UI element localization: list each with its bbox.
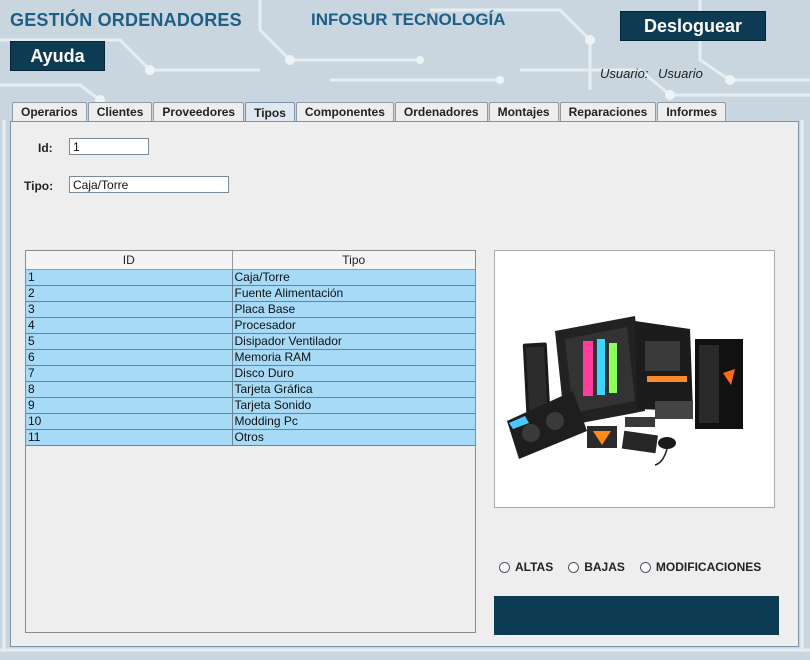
radio-bajas-label: BAJAS bbox=[584, 560, 625, 574]
table-row[interactable]: 4 Procesador bbox=[26, 317, 475, 334]
cell-id: 3 bbox=[26, 301, 233, 318]
table-row[interactable]: 3 Placa Base bbox=[26, 301, 475, 318]
company-name: INFOSUR TECNOLOGÍA bbox=[311, 10, 506, 29]
mode-radio-group: ALTAS BAJAS MODIFICACIONES bbox=[499, 560, 776, 574]
action-button[interactable] bbox=[494, 596, 779, 635]
table-row[interactable]: 11 Otros bbox=[26, 429, 475, 446]
radio-altas-label: ALTAS bbox=[515, 560, 554, 574]
cell-tipo: Modding Pc bbox=[232, 413, 475, 430]
id-label: Id: bbox=[38, 141, 53, 155]
tipo-label: Tipo: bbox=[24, 179, 54, 193]
column-header-id[interactable]: ID bbox=[26, 251, 233, 270]
cell-tipo: Tarjeta Sonido bbox=[232, 397, 475, 414]
table-row[interactable]: 8 Tarjeta Gráfica bbox=[26, 381, 475, 398]
cell-tipo: Fuente Alimentación bbox=[232, 285, 475, 302]
help-button[interactable]: Ayuda bbox=[10, 41, 105, 71]
tipos-panel: Id: Tipo: ID Tipo 1Caja/Torre 2Fuente Al… bbox=[10, 121, 799, 647]
cell-id: 6 bbox=[26, 349, 233, 366]
pc-components-illustration bbox=[507, 316, 743, 466]
cell-tipo: Disipador Ventilador bbox=[232, 333, 475, 350]
cell-id: 2 bbox=[26, 285, 233, 302]
cell-id: 1 bbox=[26, 269, 233, 286]
column-header-tipo[interactable]: Tipo bbox=[232, 251, 475, 270]
tab-bar: Operarios Clientes Proveedores Tipos Com… bbox=[12, 102, 727, 122]
user-info: Usuario: Usuario bbox=[600, 66, 709, 81]
cell-tipo: Otros bbox=[232, 429, 475, 446]
table-row[interactable]: 6 Memoria RAM bbox=[26, 349, 475, 366]
id-field[interactable] bbox=[69, 138, 149, 155]
radio-bajas[interactable]: BAJAS bbox=[568, 560, 625, 574]
tab-componentes[interactable]: Componentes bbox=[295, 102, 394, 121]
cell-id: 9 bbox=[26, 397, 233, 414]
radio-modificaciones[interactable]: MODIFICACIONES bbox=[639, 560, 762, 574]
tab-ordenadores[interactable]: Ordenadores bbox=[394, 102, 488, 121]
radio-circle-icon bbox=[568, 561, 580, 573]
tab-informes[interactable]: Informes bbox=[657, 102, 726, 121]
cell-tipo: Placa Base bbox=[232, 301, 475, 318]
table-row[interactable]: 1 Caja/Torre bbox=[26, 269, 475, 286]
tab-operarios[interactable]: Operarios bbox=[12, 102, 87, 121]
tab-montajes[interactable]: Montajes bbox=[488, 102, 559, 121]
user-label: Usuario: bbox=[600, 66, 649, 81]
cell-id: 7 bbox=[26, 365, 233, 382]
radio-modificaciones-label: MODIFICACIONES bbox=[655, 560, 762, 574]
tab-reparaciones[interactable]: Reparaciones bbox=[559, 102, 657, 121]
tipo-field[interactable] bbox=[69, 176, 229, 193]
table-row[interactable]: 5 Disipador Ventilador bbox=[26, 333, 475, 350]
cell-id: 8 bbox=[26, 381, 233, 398]
pc-components-image bbox=[494, 250, 775, 508]
cell-tipo: Disco Duro bbox=[232, 365, 475, 382]
cell-tipo: Procesador bbox=[232, 317, 475, 334]
cell-tipo: Caja/Torre bbox=[232, 269, 475, 286]
cell-tipo: Tarjeta Gráfica bbox=[232, 381, 475, 398]
cell-tipo: Memoria RAM bbox=[232, 349, 475, 366]
table-row[interactable]: 10 Modding Pc bbox=[26, 413, 475, 430]
radio-altas[interactable]: ALTAS bbox=[499, 560, 553, 574]
cell-id: 10 bbox=[26, 413, 233, 430]
cell-id: 4 bbox=[26, 317, 233, 334]
tab-tipos[interactable]: Tipos bbox=[245, 102, 295, 122]
cell-id: 11 bbox=[26, 429, 233, 446]
table-row[interactable]: 2 Fuente Alimentación bbox=[26, 285, 475, 302]
user-value: Usuario bbox=[658, 66, 703, 81]
table-row[interactable]: 7 Disco Duro bbox=[26, 365, 475, 382]
tab-proveedores[interactable]: Proveedores bbox=[153, 102, 245, 121]
radio-circle-icon bbox=[639, 561, 651, 573]
app-title: GESTIÓN ORDENADORES bbox=[10, 10, 242, 30]
logout-button[interactable]: Desloguear bbox=[620, 11, 766, 41]
tipos-table[interactable]: ID Tipo 1 Caja/Torre 2 Fuente Alimentación… bbox=[25, 250, 476, 633]
cell-id: 5 bbox=[26, 333, 233, 350]
table-row[interactable]: 9 Tarjeta Sonido bbox=[26, 397, 475, 414]
radio-circle-icon bbox=[499, 561, 510, 573]
tab-clientes[interactable]: Clientes bbox=[87, 102, 153, 121]
